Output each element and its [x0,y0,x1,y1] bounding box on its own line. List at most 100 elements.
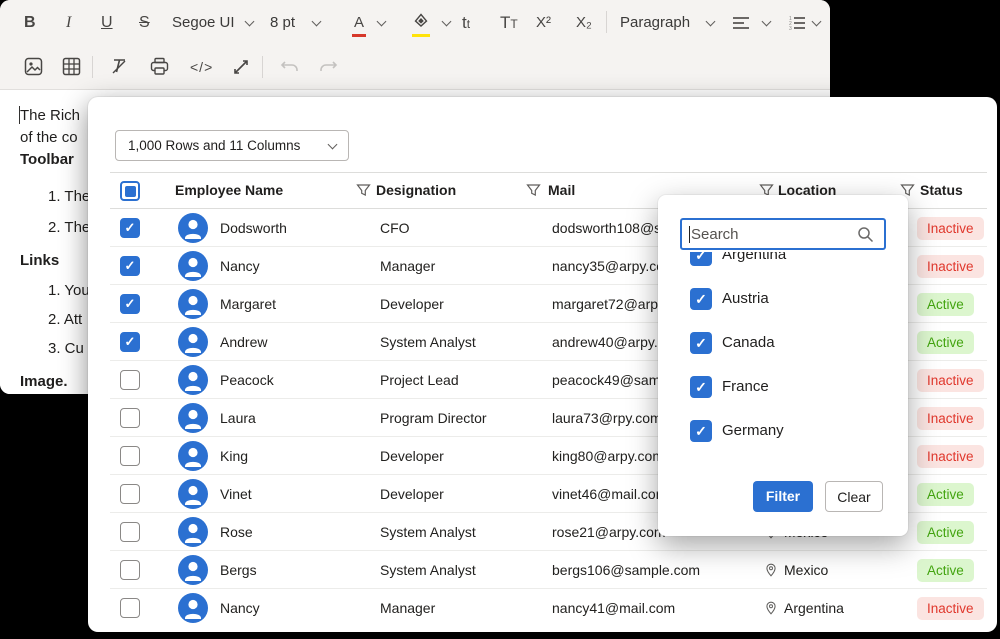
font-name-dropdown[interactable]: Segoe UI [172,1,235,45]
filter-option-label: Canada [722,331,775,355]
chevron-down-icon[interactable] [706,17,716,27]
mail-cell: margaret72@arp [552,285,658,323]
designation-cell: Project Lead [380,361,459,399]
undo-icon [280,58,300,76]
row-checkbox[interactable]: ✓ [120,332,140,352]
filter-option-list[interactable]: ✓ Argentina ✓ Austria ✓ Canada ✓ France … [658,252,908,447]
header-employee-name[interactable]: Employee Name [175,173,283,208]
maximize-button[interactable] [232,45,250,89]
chevron-down-icon[interactable] [812,17,822,27]
row-checkbox[interactable]: ✓ [120,446,140,466]
editor-list-item: 1. You [48,281,90,301]
filter-funnel-icon[interactable] [526,183,541,198]
row-checkbox[interactable]: ✓ [120,484,140,504]
filter-option[interactable]: ✓ France [658,375,908,399]
row-checkbox[interactable]: ✓ [120,370,140,390]
checkbox-checked-icon[interactable]: ✓ [690,288,712,310]
mail-cell: nancy41@mail.com [552,589,675,627]
employee-name-cell: Nancy [220,589,260,627]
subscript-button[interactable]: X₂ [576,1,592,45]
lowercase-button[interactable]: tt [462,1,470,45]
bold-button[interactable]: B [24,1,36,45]
numbered-list-button[interactable]: 123 [788,1,806,45]
filter-option[interactable]: ✓ Germany [658,419,908,443]
employee-name-cell: Peacock [220,361,274,399]
filter-option[interactable]: ✓ Austria [658,287,908,311]
employee-name-cell: Nancy [220,247,260,285]
font-size-dropdown[interactable]: 8 pt [270,1,295,45]
mail-cell: king80@arpy.com [552,437,664,475]
check-icon: ✓ [125,258,136,274]
insert-table-button[interactable] [62,45,81,89]
filter-option[interactable]: ✓ Argentina [658,252,908,267]
toolbar-divider [606,11,607,33]
uppercase-button[interactable]: TT [500,1,518,45]
header-designation[interactable]: Designation [376,173,456,208]
status-badge: Active [917,293,974,316]
row-checkbox[interactable]: ✓ [120,218,140,238]
checkbox-checked-icon[interactable]: ✓ [690,376,712,398]
strikethrough-button[interactable]: S [139,1,150,45]
underline-button[interactable]: U [101,1,113,45]
employee-name-cell: Laura [220,399,256,437]
filter-funnel-icon[interactable] [356,183,371,198]
row-checkbox[interactable]: ✓ [120,560,140,580]
person-icon [178,441,208,471]
checkbox-checked-icon[interactable]: ✓ [690,252,712,266]
row-checkbox[interactable]: ✓ [120,598,140,618]
filter-option[interactable]: ✓ Canada [658,331,908,355]
checkbox-checked-icon[interactable]: ✓ [690,420,712,442]
chevron-down-icon[interactable] [245,17,255,27]
employee-name-cell: King [220,437,248,475]
image-icon [24,57,43,76]
table-row[interactable]: ✓ Nancy Manager nancy41@mail.com Argenti… [110,589,987,627]
chevron-down-icon[interactable] [762,17,772,27]
editor-list-item: 3. Cu [48,339,84,359]
clear-format-button[interactable] [110,45,129,89]
row-checkbox[interactable]: ✓ [120,408,140,428]
select-all-checkbox[interactable] [120,181,140,201]
status-badge: Inactive [917,445,984,468]
mail-cell: rose21@arpy.com [552,513,666,551]
checkbox-checked-icon[interactable]: ✓ [690,332,712,354]
row-checkbox[interactable]: ✓ [120,522,140,542]
highlight-color-button[interactable] [412,1,430,45]
filter-option-label: Argentina [722,252,786,267]
paragraph-format-dropdown[interactable]: Paragraph [620,1,690,45]
row-checkbox[interactable]: ✓ [120,294,140,314]
row-checkbox[interactable]: ✓ [120,256,140,276]
search-input[interactable] [680,218,886,250]
insert-image-button[interactable] [24,45,43,89]
numbered-list-icon: 123 [788,14,806,32]
mail-cell: dodsworth108@s [552,209,661,247]
superscript-button[interactable]: X² [536,1,551,45]
avatar [178,251,208,281]
person-icon [178,251,208,281]
person-icon [178,479,208,509]
rows-columns-dropdown[interactable]: 1,000 Rows and 11 Columns [115,130,349,161]
code-view-button[interactable]: </> [190,45,213,89]
employee-name-cell: Rose [220,513,253,551]
designation-cell: System Analyst [380,551,476,589]
header-mail[interactable]: Mail [548,173,575,208]
chevron-down-icon[interactable] [442,17,452,27]
font-color-button[interactable]: A [352,1,366,45]
chevron-down-icon [328,140,338,150]
table-row[interactable]: ✓ Bergs System Analyst bergs106@sample.c… [110,551,987,589]
toolbar-divider [92,56,93,78]
chevron-down-icon[interactable] [312,17,322,27]
undo-button[interactable] [280,45,300,89]
indeterminate-mark [125,186,136,197]
chevron-down-icon[interactable] [377,17,387,27]
avatar [178,213,208,243]
print-button[interactable] [150,45,169,89]
clear-button[interactable]: Clear [825,481,883,512]
header-status[interactable]: Status [920,173,963,208]
editor-toolbar: B I U S Segoe UI 8 pt A tt TT X² X₂ Para… [0,0,830,90]
editor-heading: Image. [20,372,68,392]
align-button[interactable] [732,1,750,45]
italic-button[interactable]: I [66,1,71,45]
check-icon: ✓ [125,334,136,350]
redo-button[interactable] [318,45,338,89]
filter-button[interactable]: Filter [753,481,813,512]
